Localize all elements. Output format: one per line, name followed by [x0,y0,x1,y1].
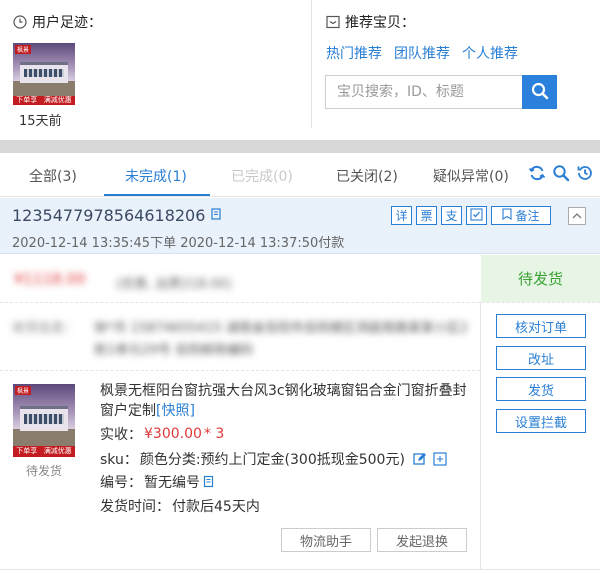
link-team[interactable]: 团队推荐 [394,43,450,63]
footprint-header: 用户足迹： [13,12,102,32]
ship-time-value: 付款后45天内 [172,499,260,515]
tab-closed[interactable]: 已关闭(2) [336,166,398,186]
set-intercept-button[interactable]: 设置拦截 [496,409,586,433]
active-tab-indicator [104,194,210,196]
history-icon[interactable] [576,164,594,182]
code-label: 编号： [100,475,142,491]
pay-button[interactable]: 支 [441,206,462,225]
remark-button[interactable]: 备注 [491,206,551,225]
section-divider [0,140,600,153]
paid-value: ¥300.00 [144,426,202,442]
recommend-links: 热门推荐 团队推荐 个人推荐 [326,43,518,63]
order-id-row: 1235477978564618206 [12,206,223,225]
item-status: 待发货 [25,464,62,478]
item-sku-row: sku： 颜色分类:预约上门定金(300抵现金500元) [100,449,447,469]
search-icon [531,82,549,103]
tab-tools [528,164,594,182]
return-exchange-button[interactable]: 发起退换 [377,528,467,552]
product-search [325,75,557,109]
clock-icon [13,15,27,29]
link-personal[interactable]: 个人推荐 [462,43,518,63]
order-id: 1235477978564618206 [12,206,206,225]
paid-label: 实收： [100,427,142,443]
order-header-buttons: 详 票 支 备注 [391,206,551,225]
tab-finished[interactable]: 已完成(0) [231,166,293,186]
item-title[interactable]: 枫景无框阳台窗抗强大台风3c钢化玻璃窗铝合金门窗折叠封窗户定制 [100,383,467,419]
quantity: * 3 [203,426,225,442]
note-icon [502,208,513,223]
link-hot[interactable]: 热门推荐 [326,43,382,63]
recommend-header: 推荐宝贝： [326,12,415,32]
item-thumb-band-left: 下单享 [16,447,38,456]
search-icon[interactable] [552,164,570,182]
invoice-button[interactable]: 票 [416,206,437,225]
code-value: 暂无编号 [144,475,200,491]
thumb-tag: 枫景 [15,45,32,54]
item-ship-row: 发货时间： 付款后45天内 [100,496,260,516]
item-thumb-band-right: 满减优惠 [43,447,72,456]
change-address-button[interactable]: 改址 [496,346,586,370]
order-tabs: 全部(3) 未完成(1) 已完成(0) 已关闭(2) 疑似异常(0) [0,153,600,197]
sku-value: 颜色分类:预约上门定金(300抵现金500元) [139,452,405,468]
thumb-band-left: 下单享 [16,95,38,104]
remark-label: 备注 [515,209,540,223]
ship-button[interactable]: 发货 [496,377,586,401]
shipping-label: 收货信息： [12,321,78,336]
item-title-block: 枫景无框阳台窗抗强大台风3c钢化玻璃窗铝合金门窗折叠封窗户定制[快照] [100,381,478,421]
search-input[interactable] [325,75,522,109]
shipping-address: 徐*月 15874655415 湖南省岳阳市岳阳楼区洞庭南路某某小区2栋1单元2… [94,321,469,358]
search-button[interactable] [522,75,557,109]
order-price-detail: (优惠, 运费218.00) [116,277,232,292]
checklist-icon [469,207,484,224]
footprint-product-thumb[interactable]: 枫景 下单享 满减优惠 [13,43,75,105]
item-paid-row: 实收： ¥300.00 * 3 [100,424,224,444]
chevron-up-icon [572,209,582,224]
copy-icon[interactable] [202,475,216,489]
order-status: 待发货 [481,255,600,302]
order-total: ¥1118.00 [14,270,86,288]
tab-all[interactable]: 全部(3) [29,166,77,186]
detail-button[interactable]: 详 [391,206,412,225]
snapshot-link[interactable]: [快照] [156,403,195,419]
verify-icon[interactable] [433,452,447,466]
edit-icon[interactable] [413,452,427,466]
bottom-border [0,569,600,570]
copy-icon[interactable] [209,206,223,225]
item-divider [0,370,480,371]
thumb-band-right: 满减优惠 [43,95,72,104]
column-divider [480,302,481,570]
refresh-icon[interactable] [528,164,546,182]
order-times: 2020-12-14 13:35:45下单 2020-12-14 13:37:5… [12,236,345,251]
tab-unfinished[interactable]: 未完成(1) [125,166,187,186]
item-thumb[interactable]: 枫景 下单享 满减优惠 [13,384,75,457]
item-thumb-tag: 枫景 [15,386,32,395]
tab-abnormal[interactable]: 疑似异常(0) [433,166,509,186]
sku-label: sku： [100,452,138,468]
footprint-panel: 用户足迹： 枫景 下单享 满减优惠 15天前 [0,0,312,129]
mail-icon [326,15,340,29]
top-panel: 用户足迹： 枫景 下单享 满减优惠 15天前 推荐宝贝： 热门推荐 团队推荐 个人… [0,0,600,140]
footprint-time: 15天前 [19,114,62,129]
check-add-button[interactable] [466,206,487,225]
collapse-button[interactable] [568,207,586,225]
footprint-title: 用户足迹： [32,15,102,31]
logistics-helper-button[interactable]: 物流助手 [281,528,371,552]
verify-order-button[interactable]: 核对订单 [496,314,586,338]
recommend-title: 推荐宝贝： [345,15,415,31]
item-code-row: 编号： 暂无编号 [100,472,216,492]
ship-time-label: 发货时间： [100,499,170,515]
